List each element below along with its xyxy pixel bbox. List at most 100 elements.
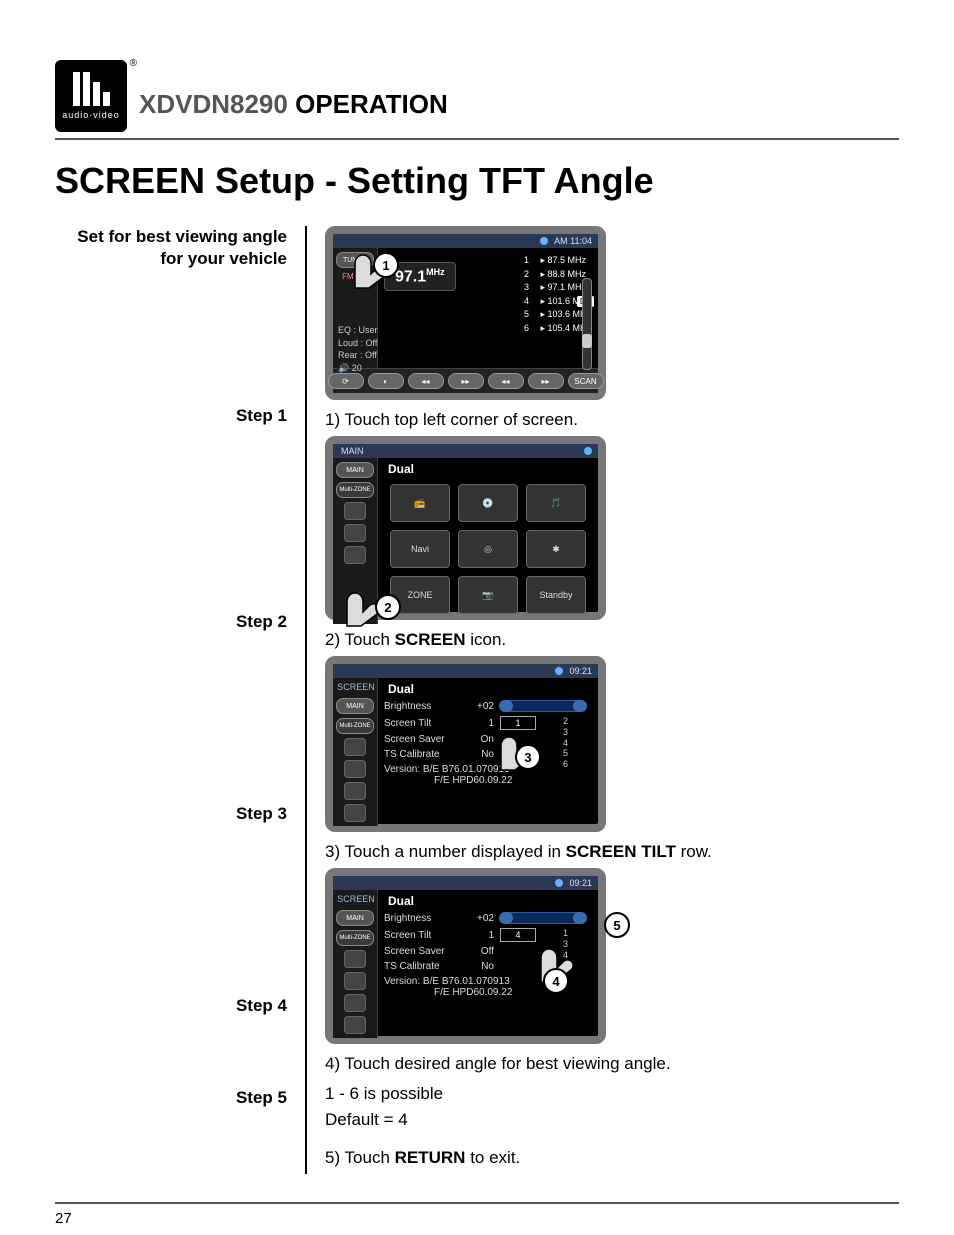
dual-bars-icon bbox=[73, 72, 110, 106]
version-row: Version: B/E B76.01.070913 F/E HPD60.09.… bbox=[384, 762, 592, 788]
side-return-icon[interactable] bbox=[344, 1016, 366, 1034]
brand-subline: audio·video bbox=[62, 110, 120, 120]
instruction-1: 1) Touch top left corner of screen. bbox=[325, 410, 899, 430]
icon-grid: 📻 💿 🎵 Navi ◎ ✱ ZONE 📷 Standby bbox=[384, 478, 592, 620]
footer-rule bbox=[55, 1202, 899, 1204]
tilt-value-box[interactable]: 4 bbox=[500, 928, 536, 942]
manual-page: ® audio·video XDVDN8290 OPERATION SCREEN… bbox=[0, 0, 954, 1235]
callout-2: 2 bbox=[375, 594, 401, 620]
side-main-button[interactable]: MAIN bbox=[336, 910, 374, 926]
brightness-slider[interactable] bbox=[500, 700, 586, 712]
screenshot-main-menu: MAIN MAIN Multi-ZONE Dual 📻 bbox=[325, 436, 606, 620]
side-icon[interactable] bbox=[344, 972, 366, 990]
tuner-source-label[interactable]: TUNER bbox=[336, 252, 374, 268]
brand-label: Dual bbox=[388, 894, 592, 908]
ts-calibrate-row[interactable]: TS Calibrate No bbox=[384, 747, 592, 762]
tuner-icon[interactable]: 📻 bbox=[390, 484, 450, 522]
content: Set for best viewing angle for your vehi… bbox=[55, 226, 899, 1174]
callout-3: 3 bbox=[515, 744, 541, 770]
btn-seek-prev[interactable]: ◂◂ bbox=[408, 373, 444, 389]
brand-label: Dual bbox=[388, 682, 592, 696]
intro-text: Set for best viewing angle for your vehi… bbox=[55, 226, 287, 270]
st-indicator: ST bbox=[358, 272, 368, 281]
registered-mark: ® bbox=[130, 58, 137, 69]
preset-list: 1 ▸ 87.5 MHz 2 ▸ 88.8 MHz 3 ▸ 97.1 MHz 4… bbox=[524, 254, 591, 335]
instruction-2: 2) Touch SCREEN icon. bbox=[325, 630, 899, 650]
btn-mode-icon[interactable]: ⟳ bbox=[328, 373, 364, 389]
tilt-options-list[interactable]: 2 3 4 5 6 bbox=[563, 716, 568, 770]
step-5-label: Step 5 bbox=[55, 1088, 287, 1108]
side-icon[interactable] bbox=[344, 524, 366, 542]
aux-icon[interactable]: ◎ bbox=[458, 530, 518, 568]
camera-icon[interactable]: 📷 bbox=[458, 576, 518, 614]
screen-mode-label: SCREEN bbox=[334, 894, 378, 904]
clock: 09:21 bbox=[569, 878, 592, 888]
btn-seek-next[interactable]: ▸▸ bbox=[448, 373, 484, 389]
navi-icon[interactable]: Navi bbox=[390, 530, 450, 568]
step-2-label: Step 2 bbox=[55, 612, 287, 632]
side-multizone-button[interactable]: Multi-ZONE bbox=[336, 482, 374, 498]
brand-logo: ® audio·video bbox=[55, 60, 127, 132]
tilt-value-box[interactable]: 1 bbox=[500, 716, 536, 730]
instruction-5: 5) Touch RETURN to exit. bbox=[325, 1148, 899, 1168]
side-multizone-button[interactable]: Multi-ZONE bbox=[336, 718, 374, 734]
side-icon[interactable] bbox=[344, 950, 366, 968]
instruction-3: 3) Touch a number displayed in SCREEN TI… bbox=[325, 842, 899, 862]
step-4-label: Step 4 bbox=[55, 996, 287, 1016]
header-rule bbox=[55, 138, 899, 140]
instruction-4-note2: Default = 4 bbox=[325, 1110, 899, 1130]
side-icon[interactable] bbox=[344, 738, 366, 756]
page-number: 27 bbox=[55, 1210, 899, 1227]
bluetooth-grid-icon[interactable]: ✱ bbox=[526, 530, 586, 568]
callout-4: 4 bbox=[543, 968, 569, 994]
model-number: XDVDN8290 bbox=[139, 89, 288, 119]
step-3-label: Step 3 bbox=[55, 804, 287, 824]
page-header: ® audio·video XDVDN8290 OPERATION bbox=[55, 60, 899, 132]
page-title: SCREEN Setup - Setting TFT Angle bbox=[55, 160, 899, 202]
btn-tune-right[interactable]: ▸▸ bbox=[528, 373, 564, 389]
brightness-slider[interactable] bbox=[500, 912, 586, 924]
eq-block: EQ : User Loud : Off Rear : Off 🔊 20 bbox=[338, 324, 378, 374]
callout-5: 5 bbox=[604, 912, 630, 938]
side-main-button[interactable]: MAIN bbox=[336, 462, 374, 478]
operation-word: OPERATION bbox=[295, 89, 448, 119]
menu-title: MAIN bbox=[341, 446, 364, 456]
ipod-icon[interactable]: 🎵 bbox=[526, 484, 586, 522]
btn-tune-left[interactable]: ◂◂ bbox=[488, 373, 524, 389]
side-main-button[interactable]: MAIN bbox=[336, 698, 374, 714]
body-column: AM 11:04 TUNER FM ST 97.1MHz bbox=[305, 226, 899, 1174]
screenshot-screen-settings-2: 09:21 SCREEN MAIN Multi-ZONE Dual bbox=[325, 868, 606, 1044]
fm-indicator: FM bbox=[342, 272, 354, 281]
screen-tilt-row[interactable]: Screen Tilt 1 4 bbox=[384, 926, 592, 944]
side-return-icon[interactable] bbox=[344, 804, 366, 822]
brightness-row[interactable]: Brightness +02 bbox=[384, 910, 592, 926]
tune-slider[interactable] bbox=[582, 278, 592, 370]
bluetooth-icon bbox=[555, 879, 563, 887]
disc-icon[interactable]: 💿 bbox=[458, 484, 518, 522]
standby-icon[interactable]: Standby bbox=[526, 576, 586, 614]
step-1-label: Step 1 bbox=[55, 406, 287, 426]
side-icon[interactable] bbox=[344, 760, 366, 778]
screen-tilt-row[interactable]: Screen Tilt 1 1 bbox=[384, 714, 592, 732]
side-icon[interactable] bbox=[344, 994, 366, 1012]
screen-saver-row[interactable]: Screen Saver On bbox=[384, 732, 592, 747]
side-icon[interactable] bbox=[344, 502, 366, 520]
section-title: XDVDN8290 OPERATION bbox=[139, 89, 448, 132]
screenshot-screen-settings-1: 09:21 SCREEN MAIN Multi-ZONE Dual bbox=[325, 656, 606, 832]
side-multizone-button[interactable]: Multi-ZONE bbox=[336, 930, 374, 946]
screen-saver-row[interactable]: Screen Saver Off bbox=[384, 944, 592, 959]
callout-1: 1 bbox=[373, 252, 399, 278]
side-icon[interactable] bbox=[344, 546, 366, 564]
side-icon[interactable] bbox=[344, 782, 366, 800]
brand-label: Dual bbox=[388, 462, 592, 476]
clock: AM 11:04 bbox=[554, 236, 592, 246]
bluetooth-icon bbox=[584, 447, 592, 455]
clock: 09:21 bbox=[569, 666, 592, 676]
instruction-4: 4) Touch desired angle for best viewing … bbox=[325, 1054, 899, 1074]
btn-scan[interactable]: SCAN bbox=[568, 373, 604, 389]
btn-globe-icon[interactable]: ◐ bbox=[368, 373, 404, 389]
screenshot-tuner: AM 11:04 TUNER FM ST 97.1MHz bbox=[325, 226, 606, 400]
screen-mode-label: SCREEN bbox=[334, 682, 378, 692]
brightness-row[interactable]: Brightness +02 bbox=[384, 698, 592, 714]
bluetooth-icon bbox=[555, 667, 563, 675]
